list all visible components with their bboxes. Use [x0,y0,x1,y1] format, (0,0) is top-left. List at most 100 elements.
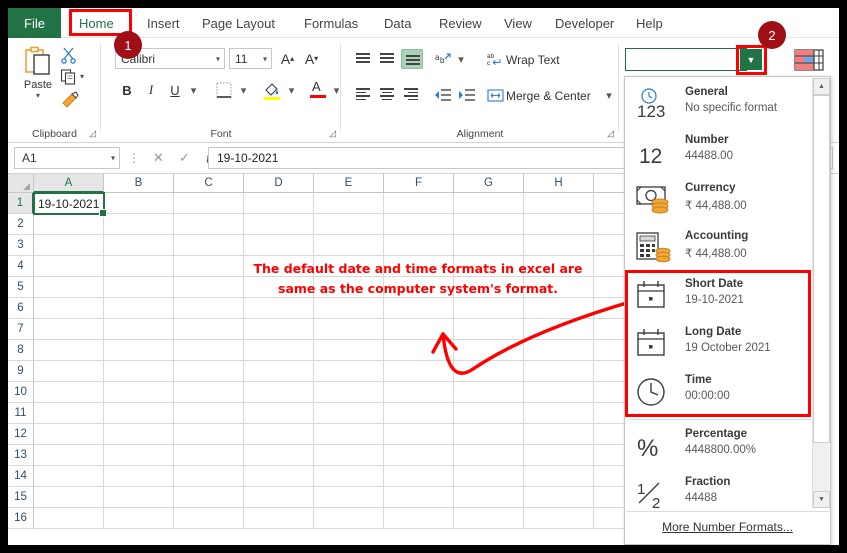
grid-cell[interactable] [104,319,174,340]
tab-insert[interactable]: Insert [138,8,189,38]
grid-cell[interactable] [524,193,594,214]
grid-cell[interactable] [314,319,384,340]
grid-cell[interactable] [174,403,244,424]
merge-center-button[interactable]: Merge & Center [506,89,591,103]
grid-cell[interactable] [104,403,174,424]
grid-cell[interactable] [174,214,244,235]
paste-button[interactable]: Paste ▾ [16,44,60,116]
row-header-2[interactable]: 2 [8,214,34,235]
increase-font-size-button[interactable]: A ▴ [277,48,298,69]
grid-cell[interactable] [34,361,104,382]
column-header-a[interactable]: A [34,174,104,193]
copy-button[interactable] [60,68,80,88]
cell-styles-icon[interactable] [794,48,824,72]
grid-cell[interactable] [454,424,524,445]
grid-cell[interactable] [384,487,454,508]
dropdown-scrollbar[interactable]: ▲ ▼ [812,78,830,508]
grid-cell[interactable] [384,445,454,466]
grid-cell[interactable] [454,214,524,235]
grid-cell[interactable] [244,403,314,424]
grid-cell[interactable] [314,508,384,529]
grid-cell[interactable] [34,298,104,319]
orientation-chevron-down-icon[interactable]: ▾ [455,51,467,67]
grid-cell[interactable] [244,340,314,361]
row-header-11[interactable]: 11 [8,403,34,424]
merge-center-chevron-down-icon[interactable]: ▾ [603,87,615,103]
grid-cell[interactable] [244,214,314,235]
dropdown-item-percentage[interactable]: % Percentage 4448800.00% [625,423,809,469]
grid-cell[interactable] [174,424,244,445]
grid-cell[interactable] [174,508,244,529]
name-box[interactable]: A1 ▾ [14,147,120,169]
font-size-combo[interactable]: 11 ▾ [229,48,272,69]
grid-cell[interactable] [34,277,104,298]
clipboard-dialog-launcher[interactable]: ◿ [89,128,96,139]
grid-cell[interactable] [34,403,104,424]
tab-data[interactable]: Data [375,8,420,38]
wrap-text-button[interactable]: Wrap Text [506,53,560,67]
grid-cell[interactable] [174,361,244,382]
column-header-b[interactable]: B [104,174,174,193]
grid-cell[interactable] [34,340,104,361]
fill-color-chevron-down-icon[interactable]: ▾ [285,82,298,98]
grid-cell[interactable] [244,298,314,319]
grid-cell[interactable] [34,508,104,529]
grid-cell[interactable] [384,235,454,256]
grid-cell[interactable] [244,235,314,256]
grid-cell[interactable] [34,214,104,235]
align-center-button[interactable] [377,86,397,104]
grid-cell[interactable] [174,382,244,403]
grid-cell[interactable] [104,382,174,403]
grid-cell[interactable] [384,424,454,445]
font-dialog-launcher[interactable]: ◿ [329,128,336,139]
dropdown-item-accounting[interactable]: Accounting ₹ 44,488.00 [625,225,809,271]
grid-cell[interactable] [174,298,244,319]
row-header-16[interactable]: 16 [8,508,34,529]
grid-cell[interactable] [104,508,174,529]
cancel-entry-button[interactable]: ✕ [146,147,171,169]
grid-cell[interactable] [454,235,524,256]
column-header-c[interactable]: C [174,174,244,193]
dropdown-item-number[interactable]: 12 Number 44488.00 [625,129,809,175]
grid-cell[interactable] [104,466,174,487]
italic-button[interactable]: I [141,80,161,100]
grid-cell[interactable] [174,445,244,466]
grid-cell[interactable] [524,214,594,235]
row-header-13[interactable]: 13 [8,445,34,466]
row-header-4[interactable]: 4 [8,256,34,277]
scroll-up-button[interactable]: ▲ [813,78,830,95]
grid-cell[interactable] [454,445,524,466]
grid-cell[interactable] [34,487,104,508]
selected-cell-a1[interactable]: 19-10-2021 [33,192,107,217]
grid-cell[interactable] [244,508,314,529]
grid-cell[interactable] [104,193,174,214]
grid-cell[interactable] [174,235,244,256]
grid-cell[interactable] [454,508,524,529]
grid-cell[interactable] [244,424,314,445]
grid-cell[interactable] [104,277,174,298]
grid-cell[interactable] [384,214,454,235]
grid-cell[interactable] [314,382,384,403]
grid-cell[interactable] [314,298,384,319]
grid-cell[interactable] [34,445,104,466]
grid-cell[interactable] [104,214,174,235]
grid-cell[interactable] [314,424,384,445]
decrease-font-size-button[interactable]: A ▾ [301,48,322,69]
grid-cell[interactable] [34,235,104,256]
copy-chevron-down-icon[interactable]: ▾ [80,72,84,81]
grid-cell[interactable] [314,214,384,235]
borders-button[interactable] [213,80,235,100]
grid-cell[interactable] [34,466,104,487]
grid-cell[interactable] [314,193,384,214]
column-header-g[interactable]: G [454,174,524,193]
tab-page-layout[interactable]: Page Layout [193,8,284,38]
grid-cell[interactable] [524,466,594,487]
align-bottom-button[interactable] [401,49,423,69]
format-painter-button[interactable] [60,90,80,110]
column-header-d[interactable]: D [244,174,314,193]
number-format-combo[interactable] [625,48,747,71]
row-header-1[interactable]: 1 [8,193,34,214]
tab-help[interactable]: Help [627,8,672,38]
row-header-14[interactable]: 14 [8,466,34,487]
row-header-5[interactable]: 5 [8,277,34,298]
